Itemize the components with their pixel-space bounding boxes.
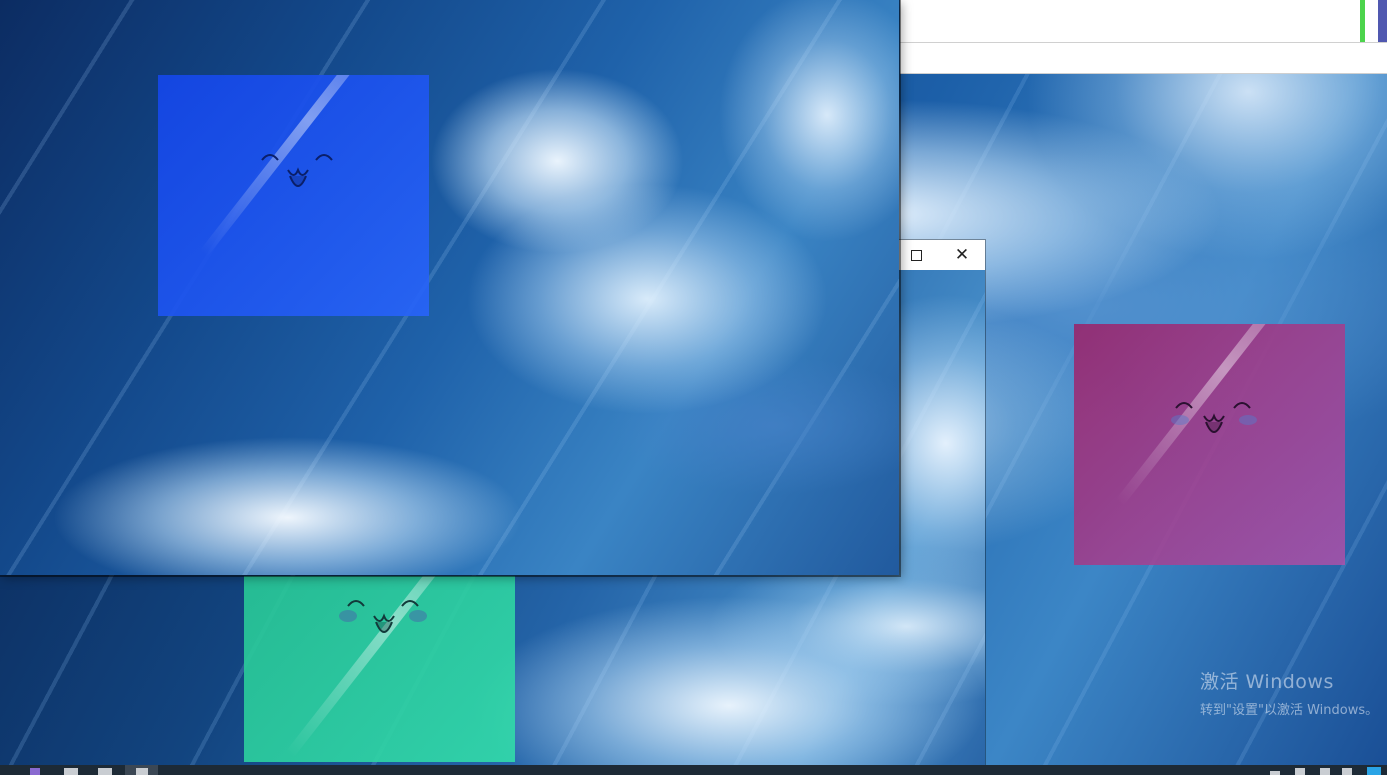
tray-icon[interactable] xyxy=(1342,768,1352,775)
pink-square xyxy=(1074,324,1345,565)
taskbar-app-icon[interactable] xyxy=(98,768,112,775)
browser-toolbar[interactable] xyxy=(900,0,1387,43)
watermark-subtitle: 转到"设置"以激活 Windows。 xyxy=(1200,703,1379,718)
blue-square xyxy=(158,75,429,316)
main-window[interactable] xyxy=(0,0,899,575)
green-square xyxy=(244,576,515,762)
taskbar-app-icon[interactable] xyxy=(64,768,78,775)
close-button[interactable]: ✕ xyxy=(939,240,985,270)
notification-icon[interactable] xyxy=(1367,767,1381,775)
maximize-icon xyxy=(910,249,922,261)
maximize-button[interactable] xyxy=(893,240,939,270)
progress-indicator xyxy=(1360,0,1365,42)
taskbar-app-icon[interactable] xyxy=(136,768,148,775)
face-icon xyxy=(334,586,434,646)
close-icon: ✕ xyxy=(954,244,970,265)
face-icon xyxy=(1164,386,1264,446)
start-icon[interactable] xyxy=(30,768,40,775)
tray-icon[interactable] xyxy=(1320,768,1330,775)
face-icon xyxy=(248,140,348,200)
taskbar[interactable] xyxy=(0,765,1387,775)
activation-watermark: 激活 Windows 转到"设置"以激活 Windows。 xyxy=(1200,667,1378,718)
wallpaper-image xyxy=(0,0,899,575)
tray-icon[interactable] xyxy=(1270,771,1280,775)
tray-icon[interactable] xyxy=(1295,768,1305,775)
watermark-title: 激活 Windows xyxy=(1200,671,1334,693)
scrollbar-thumb[interactable] xyxy=(1378,0,1387,42)
browser-window[interactable] xyxy=(900,0,1387,74)
